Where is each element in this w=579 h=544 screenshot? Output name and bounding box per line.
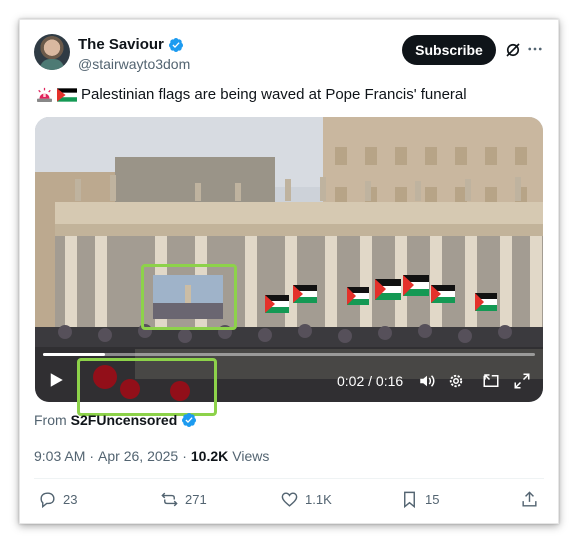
like-button[interactable]: 1.1K	[280, 490, 332, 509]
share-icon	[522, 491, 537, 507]
picture-in-picture-icon[interactable]	[482, 372, 500, 390]
bookmark-count: 15	[425, 492, 440, 507]
grok-icon[interactable]	[504, 41, 522, 59]
tweet-text: Palestinian flags are being waved at Pop…	[36, 86, 467, 103]
more-options-icon[interactable]	[526, 40, 544, 58]
views-label: Views	[232, 448, 270, 464]
tweet-body: Palestinian flags are being waved at Pop…	[81, 86, 467, 103]
fullscreen-icon[interactable]	[513, 372, 531, 390]
tweet-meta: 9:03 AM · Apr 26, 2025 · 10.2K Views	[34, 448, 269, 464]
author-handle[interactable]: @stairwayto3dom	[78, 56, 190, 72]
verified-badge-icon	[168, 37, 183, 52]
avatar[interactable]	[34, 34, 70, 70]
settings-gear-icon[interactable]	[447, 372, 465, 390]
reply-icon	[40, 492, 55, 509]
meta-separator: ·	[182, 448, 187, 464]
tweet-time[interactable]: 9:03 AM	[34, 448, 85, 464]
video-time-label: 0:02 / 0:16	[337, 373, 404, 389]
police-light-emoji-icon	[37, 87, 52, 102]
video-progress-fill	[43, 353, 105, 356]
divider	[34, 478, 544, 479]
subscribe-button[interactable]: Subscribe	[402, 35, 496, 65]
tweet-card: The Saviour @stairwayto3dom Subscribe Pa…	[19, 19, 559, 524]
video-progress-bar[interactable]	[43, 353, 535, 356]
meta-separator: ·	[89, 448, 95, 464]
from-source-link[interactable]: S2FUncensored	[71, 412, 178, 428]
reply-count: 23	[63, 492, 78, 507]
views-count: 10.2K	[190, 448, 229, 464]
play-icon[interactable]	[47, 371, 65, 389]
from-prefix: From	[34, 412, 67, 428]
author-display-name[interactable]: The Saviour	[78, 36, 164, 53]
bookmark-icon	[404, 491, 415, 509]
repost-count: 271	[185, 492, 207, 507]
from-attribution: From S2FUncensored	[34, 412, 197, 428]
highlight-box-inset	[141, 264, 237, 330]
highlight-box-bottom	[77, 358, 217, 416]
palestine-flag-emoji-icon	[57, 87, 77, 102]
reply-button[interactable]: 23	[38, 490, 77, 509]
repost-button[interactable]: 271	[160, 490, 207, 509]
volume-icon[interactable]	[418, 372, 436, 390]
heart-icon	[281, 492, 298, 507]
repost-icon	[161, 492, 178, 507]
like-count: 1.1K	[305, 492, 332, 507]
source-verified-badge-icon	[182, 413, 197, 427]
author-name-row: The Saviour	[78, 36, 184, 53]
tweet-date[interactable]: Apr 26, 2025	[98, 448, 178, 464]
bookmark-button[interactable]: 15	[400, 490, 439, 509]
share-button[interactable]	[520, 490, 539, 509]
